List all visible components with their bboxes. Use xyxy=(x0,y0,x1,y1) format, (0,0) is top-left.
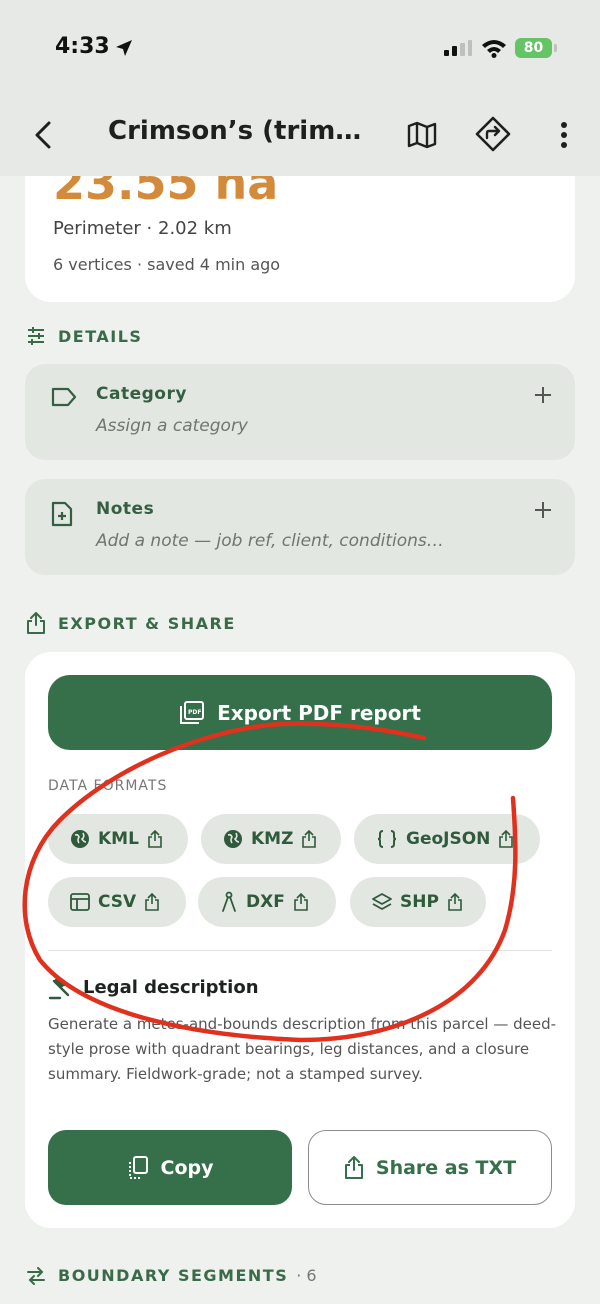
legal-description-body: Generate a metes-and-bounds description … xyxy=(48,1015,557,1083)
battery-tip xyxy=(554,44,557,52)
directions-button[interactable] xyxy=(472,112,514,156)
pdf-icon: PDF xyxy=(180,700,205,724)
share-as-txt-label: Share as TXT xyxy=(375,1156,517,1179)
top-bar: 4:33 80 Crimson’s (trim… xyxy=(0,0,600,176)
export-dxf-chip[interactable]: DXF xyxy=(198,877,336,927)
layers-icon xyxy=(372,893,392,910)
add-note-button[interactable] xyxy=(531,495,555,525)
details-section-header: DETAILS xyxy=(26,326,142,346)
note-add-icon xyxy=(51,501,73,527)
svg-text:PDF: PDF xyxy=(188,709,201,716)
plus-icon xyxy=(535,502,551,518)
share-icon xyxy=(448,893,462,911)
globe-icon xyxy=(224,830,242,848)
directions-icon xyxy=(475,116,511,152)
share-icon xyxy=(27,612,45,634)
copy-label: Copy xyxy=(160,1156,214,1179)
export-csv-chip[interactable]: CSV xyxy=(48,877,186,927)
shp-label: SHP xyxy=(400,892,439,912)
add-category-button[interactable] xyxy=(531,380,555,410)
compass-drafting-icon xyxy=(222,891,236,912)
battery-indicator: 80 xyxy=(515,38,552,58)
share-icon xyxy=(302,830,317,848)
code-braces-icon xyxy=(377,830,397,848)
more-vertical-icon xyxy=(561,122,567,148)
export-section-header: EXPORT & SHARE xyxy=(26,612,236,634)
notes-row[interactable]: Notes Add a note — job ref, client, cond… xyxy=(25,479,575,575)
location-arrow-icon xyxy=(116,40,132,56)
status-time: 4:33 xyxy=(55,34,110,59)
cellular-signal-icon xyxy=(444,40,472,56)
notes-label: Notes xyxy=(96,499,155,519)
tag-icon xyxy=(51,387,77,407)
category-row[interactable]: Category Assign a category xyxy=(25,364,575,460)
category-hint: Assign a category xyxy=(96,416,248,436)
details-heading: DETAILS xyxy=(58,326,143,346)
category-label: Category xyxy=(96,384,187,404)
boundary-heading: BOUNDARY SEGMENTS xyxy=(58,1266,289,1285)
map-icon xyxy=(407,121,437,149)
share-icon xyxy=(344,1155,363,1179)
more-options-button[interactable] xyxy=(548,114,580,156)
copy-button[interactable]: Copy xyxy=(48,1130,292,1205)
share-icon xyxy=(145,893,160,911)
perimeter-text: Perimeter · 2.02 km xyxy=(53,218,232,239)
export-geojson-chip[interactable]: GeoJSON xyxy=(354,814,540,864)
export-shp-chip[interactable]: SHP xyxy=(350,877,486,927)
notes-hint: Add a note — job ref, client, conditions… xyxy=(96,531,444,551)
export-pdf-label: Export PDF report xyxy=(217,700,421,725)
plus-icon xyxy=(535,387,551,403)
copy-icon xyxy=(128,1155,148,1179)
export-pdf-button[interactable]: PDF Export PDF report xyxy=(48,675,552,750)
csv-label: CSV xyxy=(98,892,137,912)
share-as-txt-button[interactable]: Share as TXT xyxy=(308,1130,552,1205)
dxf-label: DXF xyxy=(246,892,285,912)
map-button[interactable] xyxy=(402,114,442,156)
share-icon xyxy=(148,830,162,848)
boundary-count: · 6 xyxy=(296,1266,317,1285)
export-kml-chip[interactable]: KML xyxy=(48,814,188,864)
kml-label: KML xyxy=(98,829,139,849)
page-title: Crimson’s (trim… xyxy=(108,116,362,146)
export-heading: EXPORT & SHARE xyxy=(58,613,236,633)
divider xyxy=(48,950,552,951)
export-card: PDF Export PDF report DATA FORMATS KML K… xyxy=(25,652,575,1228)
kmz-label: KMZ xyxy=(251,829,294,849)
gavel-icon xyxy=(48,976,70,1000)
share-icon xyxy=(294,893,308,911)
sliders-icon xyxy=(28,327,44,345)
boundary-segments-header: BOUNDARY SEGMENTS · 6 xyxy=(26,1266,317,1285)
wifi-icon xyxy=(482,40,506,58)
chevron-left-icon xyxy=(35,121,51,149)
swap-horizontal-icon xyxy=(27,1266,45,1285)
vertices-text: 6 vertices · saved 4 min ago xyxy=(53,255,281,274)
back-button[interactable] xyxy=(28,114,58,156)
table-icon xyxy=(70,893,90,911)
data-formats-label: DATA FORMATS xyxy=(48,778,168,794)
share-icon xyxy=(499,830,514,848)
geojson-label: GeoJSON xyxy=(406,829,491,849)
legal-description-title: Legal description xyxy=(83,977,259,998)
export-kmz-chip[interactable]: KMZ xyxy=(201,814,341,864)
globe-icon xyxy=(71,830,89,848)
